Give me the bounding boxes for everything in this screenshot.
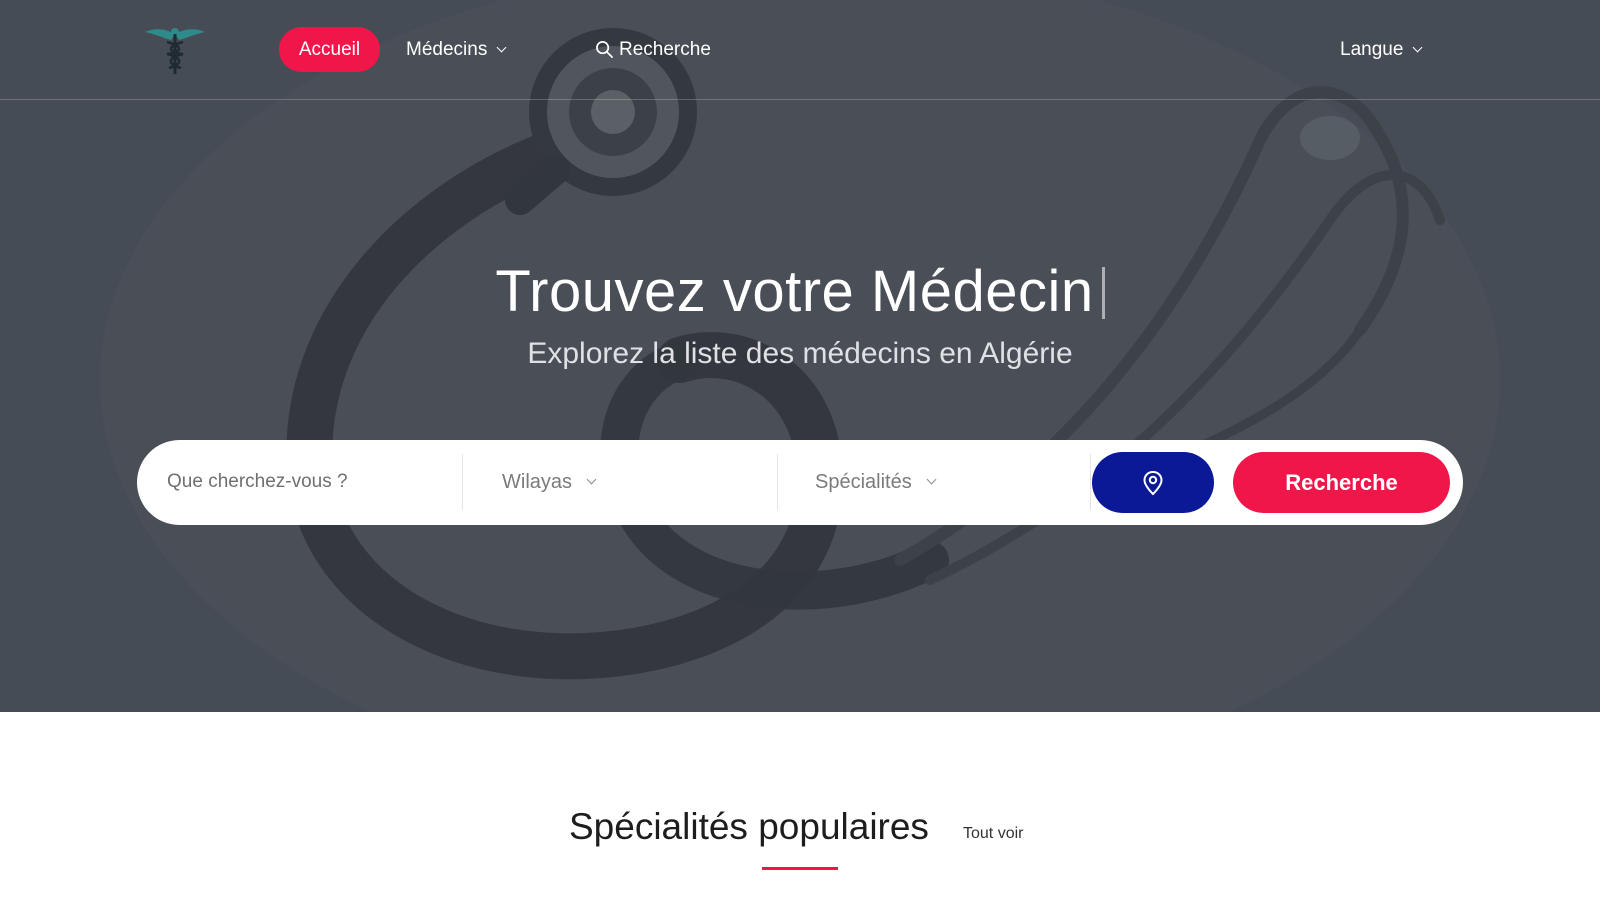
search-bar: Wilayas Spécialités Recherche [137, 440, 1463, 525]
see-all-link[interactable]: Tout voir [963, 825, 1023, 843]
popular-specialties-title: Spécialités populaires [569, 806, 929, 847]
map-pin-icon [1143, 470, 1163, 495]
typing-cursor [1101, 267, 1105, 319]
chevron-down-icon [926, 474, 937, 485]
nav-search-label: Recherche [619, 38, 711, 60]
nav-home-label: Accueil [298, 38, 361, 60]
hero-section: Accueil Médecins Recherche Langue Trouve… [0, 0, 1600, 712]
hero-title-text: Trouvez votre Médecin [495, 259, 1094, 324]
specialites-select[interactable]: Spécialités [815, 460, 937, 504]
chevron-down-icon [1412, 42, 1423, 52]
search-submit-button[interactable]: Recherche [1233, 452, 1450, 513]
title-underline [762, 867, 838, 870]
wilayas-select[interactable]: Wilayas [502, 460, 597, 504]
caduceus-icon[interactable] [145, 24, 205, 76]
hero-title: Trouvez votre Médecin [0, 258, 1600, 325]
chevron-down-icon [496, 42, 507, 52]
navbar: Accueil Médecins Recherche Langue [0, 0, 1600, 100]
nav-language-label: Langue [1340, 38, 1404, 60]
search-submit-label: Recherche [1285, 469, 1398, 495]
specialites-label: Spécialités [815, 470, 912, 493]
chevron-down-icon [586, 474, 597, 485]
search-input[interactable] [167, 460, 447, 504]
nav-medecins-dropdown[interactable]: Médecins [406, 27, 507, 72]
nav-language-dropdown[interactable]: Langue [1340, 27, 1423, 72]
location-button[interactable] [1092, 452, 1214, 513]
search-divider [777, 454, 778, 510]
nav-search-link[interactable]: Recherche [595, 27, 711, 72]
search-divider [1090, 454, 1091, 510]
search-divider [462, 454, 463, 510]
nav-medecins-label: Médecins [406, 38, 488, 60]
search-icon [596, 41, 613, 58]
wilayas-label: Wilayas [502, 470, 573, 493]
hero-subtitle: Explorez la liste des médecins en Algéri… [527, 337, 1073, 370]
nav-home-button[interactable]: Accueil [279, 27, 380, 72]
